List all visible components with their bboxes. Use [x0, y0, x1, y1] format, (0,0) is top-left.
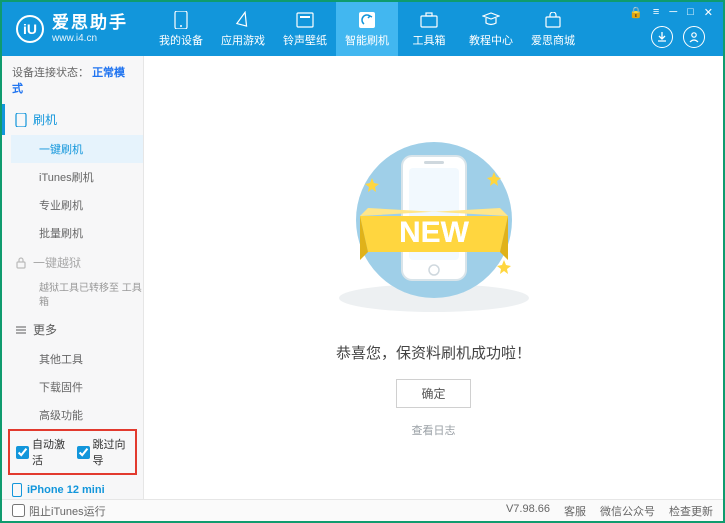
- lock-icon: [15, 257, 27, 269]
- sidebar-head-more[interactable]: 更多: [5, 314, 143, 345]
- sidebar-item-advanced[interactable]: 高级功能: [11, 401, 143, 429]
- svg-text:NEW: NEW: [399, 216, 470, 249]
- success-illustration: NEW NEW: [324, 128, 544, 318]
- sidebar-item-batch-flash[interactable]: 批量刷机: [11, 219, 143, 247]
- nav: 我的设备 应用游戏 铃声壁纸 智能刷机 工具箱 教程中心 爱思商城: [150, 2, 584, 56]
- minimize-button[interactable]: ─: [669, 6, 677, 19]
- download-button[interactable]: [651, 26, 673, 48]
- apps-icon: [234, 11, 252, 29]
- device-icon: [172, 11, 190, 29]
- nav-my-device[interactable]: 我的设备: [150, 2, 212, 56]
- main-content: NEW NEW 恭喜您，保资料刷机成功啦！ 确定 查看日志: [144, 56, 723, 499]
- nav-apps-games[interactable]: 应用游戏: [212, 2, 274, 56]
- device-panel: iPhone 12 mini 64GB Down-12mini-13,1: [2, 483, 143, 499]
- body: 设备连接状态： 正常模式 刷机 一键刷机 iTunes刷机 专业刷机 批量刷机 …: [2, 56, 723, 499]
- brand: iU 爱思助手 www.i4.cn: [2, 13, 142, 45]
- lock-icon[interactable]: 🔒: [629, 6, 643, 19]
- flash-icon: [358, 11, 376, 29]
- checkbox-auto-activate[interactable]: 自动激活: [16, 436, 69, 468]
- app-window: iU 爱思助手 www.i4.cn 我的设备 应用游戏 铃声壁纸 智能刷机 工具…: [0, 0, 725, 523]
- link-check-update[interactable]: 检查更新: [669, 503, 713, 519]
- ok-button[interactable]: 确定: [396, 379, 470, 408]
- logo-icon: iU: [16, 15, 44, 43]
- app-title: 爱思助手: [52, 13, 128, 33]
- statusbar: 阻止iTunes运行 V7.98.66 客服 微信公众号 检查更新: [2, 499, 723, 521]
- sidebar-head-flash[interactable]: 刷机: [2, 104, 143, 135]
- device-name[interactable]: iPhone 12 mini: [12, 483, 135, 497]
- tutorials-icon: [482, 11, 500, 29]
- jailbreak-note: 越狱工具已转移至 工具箱: [11, 278, 143, 314]
- wallpaper-icon: [296, 11, 314, 29]
- maximize-button[interactable]: □: [687, 6, 694, 19]
- nav-store[interactable]: 爱思商城: [522, 2, 584, 56]
- toolbox-icon: [420, 11, 438, 29]
- sidebar-item-itunes-flash[interactable]: iTunes刷机: [11, 163, 143, 191]
- sidebar-item-one-key-flash[interactable]: 一键刷机: [11, 135, 143, 163]
- phone-icon: [15, 113, 27, 127]
- sidebar-item-download-firmware[interactable]: 下载固件: [11, 373, 143, 401]
- close-button[interactable]: ✕: [704, 6, 713, 19]
- phone-icon: [12, 483, 22, 497]
- nav-tutorials[interactable]: 教程中心: [460, 2, 522, 56]
- window-controls: 🔒 ≡ ─ □ ✕: [629, 6, 713, 19]
- user-button[interactable]: [683, 26, 705, 48]
- success-message: 恭喜您，保资料刷机成功啦！: [336, 342, 531, 363]
- nav-ringtones[interactable]: 铃声壁纸: [274, 2, 336, 56]
- app-subtitle: www.i4.cn: [52, 33, 128, 45]
- store-icon: [544, 11, 562, 29]
- sidebar-item-other-tools[interactable]: 其他工具: [11, 345, 143, 373]
- more-icon: [15, 324, 27, 336]
- connection-status: 设备连接状态： 正常模式: [2, 56, 143, 104]
- link-support[interactable]: 客服: [564, 503, 586, 519]
- nav-flash[interactable]: 智能刷机: [336, 2, 398, 56]
- checkbox-block-itunes[interactable]: 阻止iTunes运行: [12, 503, 106, 519]
- sidebar-head-jailbreak[interactable]: 一键越狱: [5, 247, 143, 278]
- checkbox-skip-guide[interactable]: 跳过向导: [77, 436, 130, 468]
- version-label: V7.98.66: [506, 503, 550, 519]
- topbar: iU 爱思助手 www.i4.cn 我的设备 应用游戏 铃声壁纸 智能刷机 工具…: [2, 2, 723, 56]
- link-wechat[interactable]: 微信公众号: [600, 503, 655, 519]
- checkbox-row: 自动激活 跳过向导: [8, 429, 137, 475]
- view-log-link[interactable]: 查看日志: [412, 422, 456, 438]
- menu-icon[interactable]: ≡: [653, 6, 659, 19]
- sidebar-item-pro-flash[interactable]: 专业刷机: [11, 191, 143, 219]
- nav-toolbox[interactable]: 工具箱: [398, 2, 460, 56]
- sidebar: 设备连接状态： 正常模式 刷机 一键刷机 iTunes刷机 专业刷机 批量刷机 …: [2, 56, 144, 499]
